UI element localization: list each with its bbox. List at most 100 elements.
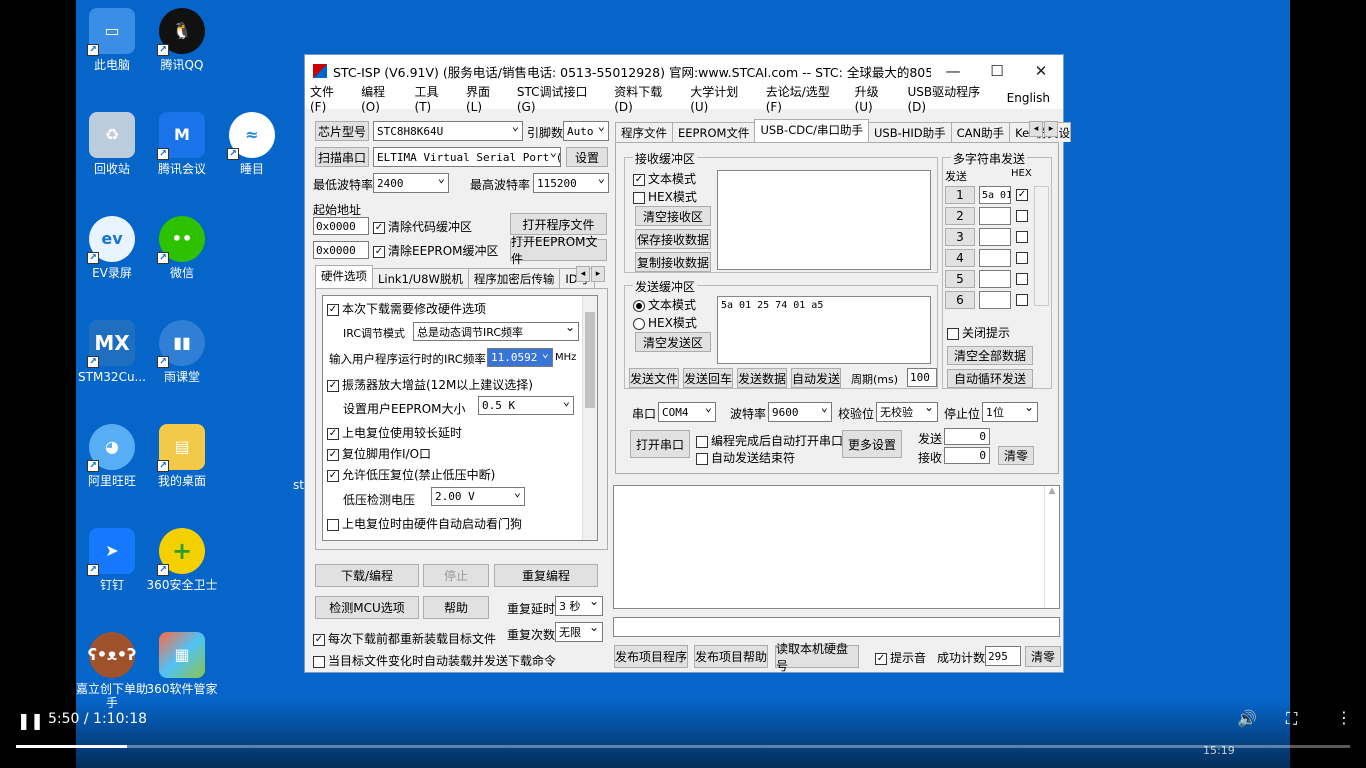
- eeprom-address-input[interactable]: 0x0000: [313, 241, 369, 259]
- help-button[interactable]: 帮助: [423, 596, 489, 619]
- min-baud-select[interactable]: 2400: [373, 171, 449, 193]
- period-input[interactable]: 100: [907, 368, 937, 387]
- read-disk-button[interactable]: 读取本机硬盘号: [775, 642, 859, 673]
- multi-hex-checkbox[interactable]: [1016, 231, 1028, 243]
- menu-debug[interactable]: STC调试接口(G): [517, 83, 601, 114]
- desktop-icon-wangwang[interactable]: ◕ ↗ 阿里旺旺: [76, 424, 148, 488]
- desktop-icon-jlc[interactable]: ʕ•ᴥ•ʔ 嘉立创下单助手: [76, 632, 148, 710]
- more-options-icon[interactable]: ⋮: [1336, 708, 1352, 727]
- menu-university[interactable]: 大学计划(U): [690, 83, 753, 114]
- menu-upgrade[interactable]: 升级(U): [855, 83, 895, 114]
- copy-receive-button[interactable]: 复制接收数据: [635, 252, 711, 272]
- irc-mode-select[interactable]: 总是动态调节IRC频率: [413, 320, 579, 341]
- code-address-input[interactable]: 0x0000: [313, 217, 369, 235]
- send-enter-button[interactable]: 发送回车: [683, 368, 733, 388]
- option-low-voltage[interactable]: ✓ 允许低压复位(禁止低压中断): [327, 466, 495, 483]
- stop-button[interactable]: 停止: [423, 564, 489, 587]
- option-modify-hw[interactable]: ✓ 本次下载需要修改硬件选项: [327, 300, 486, 317]
- multi-hex-checkbox[interactable]: [1016, 252, 1028, 264]
- publish-help-button[interactable]: 发布项目帮助: [694, 645, 768, 668]
- stop-bit-select[interactable]: 1位: [982, 400, 1038, 422]
- send-textarea[interactable]: 5a 01 25 74 01 a5: [717, 296, 931, 364]
- multi-string-input[interactable]: [979, 291, 1011, 309]
- options-scrollbar[interactable]: [582, 296, 597, 540]
- volume-icon[interactable]: 🔊: [1237, 709, 1257, 728]
- pause-icon[interactable]: ❚❚: [17, 711, 44, 730]
- scrollbar-thumb[interactable]: [585, 312, 595, 408]
- multi-string-input[interactable]: 5a 01: [979, 186, 1011, 204]
- option-reset-io[interactable]: ✓ 复位脚用作I/O口: [327, 445, 431, 462]
- close-tip-option[interactable]: 关闭提示: [947, 324, 1010, 341]
- clear-send-button[interactable]: 清空发送区: [635, 332, 711, 352]
- desktop-icon-folder[interactable]: ▤ ↗ 我的桌面: [146, 424, 218, 488]
- reload-target-option[interactable]: ✓ 每次下载前都重新装载目标文件: [313, 630, 496, 647]
- tab-program-file[interactable]: 程序文件: [615, 122, 673, 142]
- tab-can[interactable]: CAN助手: [950, 122, 1011, 142]
- clear-receive-button[interactable]: 清空接收区: [635, 206, 711, 226]
- desktop-icon-stm32[interactable]: MX ↗ STM32Cu...: [76, 320, 148, 384]
- chip-model-button[interactable]: 芯片型号: [315, 121, 369, 141]
- repeat-delay-select[interactable]: 3 秒: [555, 594, 603, 616]
- tab-eeprom-file[interactable]: EEPROM文件: [672, 122, 756, 142]
- beep-option[interactable]: ✓ 提示音: [875, 649, 926, 666]
- tab-link1[interactable]: Link1/U8W脱机: [372, 268, 469, 288]
- multi-send-button[interactable]: 1: [945, 186, 975, 204]
- recv-text-mode[interactable]: ✓ 文本模式: [633, 170, 696, 187]
- maximize-icon[interactable]: ☐: [975, 62, 1019, 80]
- recv-hex-mode[interactable]: HEX模式: [633, 188, 697, 205]
- multi-hex-checkbox[interactable]: [1016, 294, 1028, 306]
- more-settings-button[interactable]: 更多设置: [842, 430, 902, 458]
- multi-scrollbar[interactable]: [1034, 186, 1049, 306]
- desktop-icon-recycle[interactable]: ♻ 回收站: [76, 112, 148, 176]
- open-eeprom-button[interactable]: 打开EEPROM文件: [510, 235, 607, 266]
- repeat-count-select[interactable]: 无限: [555, 620, 603, 642]
- multi-send-button[interactable]: 5: [945, 270, 975, 288]
- tab-scroll-right-icon[interactable]: ▸: [591, 266, 605, 282]
- scan-port-button[interactable]: 扫描串口: [315, 147, 369, 167]
- clear-code-option[interactable]: ✓ 清除代码缓冲区: [373, 218, 472, 235]
- multi-string-input[interactable]: [979, 228, 1011, 246]
- desktop-icon-wechat[interactable]: •• ↗ 微信: [146, 216, 218, 280]
- pin-count-select[interactable]: Auto: [563, 119, 609, 141]
- open-program-button[interactable]: 打开程序文件: [510, 213, 607, 235]
- menu-download[interactable]: 资料下载(D): [614, 83, 677, 114]
- baud-select[interactable]: 9600: [768, 400, 832, 422]
- open-port-button[interactable]: 打开串口: [630, 430, 690, 458]
- fullscreen-exit-icon[interactable]: ⛶: [1286, 709, 1297, 729]
- chip-model-select[interactable]: STC8H8K64U: [373, 119, 523, 141]
- tab-serial-assistant[interactable]: USB-CDC/串口助手: [754, 119, 869, 142]
- multi-send-button[interactable]: 6: [945, 291, 975, 309]
- menu-tools[interactable]: 工具(T): [415, 83, 453, 114]
- multi-hex-checkbox[interactable]: [1016, 210, 1028, 222]
- video-progress-bar[interactable]: [16, 745, 1350, 748]
- eeprom-size-select[interactable]: 0.5 K: [478, 394, 574, 415]
- detect-mcu-button[interactable]: 检测MCU选项: [315, 596, 419, 619]
- desktop-icon-computer[interactable]: ▭ ↗ 此电脑: [76, 8, 148, 72]
- irc-freq-input[interactable]: 11.0592: [487, 346, 553, 367]
- desktop-icon-app[interactable]: ≈ ↗ 睡目: [216, 112, 288, 176]
- tab-scroll-left-icon[interactable]: ◂: [576, 266, 590, 282]
- menu-usb-driver[interactable]: USB驱动程序(D): [907, 83, 993, 114]
- auto-loop-button[interactable]: 自动循环发送: [947, 369, 1033, 388]
- desktop-icon-qq[interactable]: 🐧 ↗ 腾讯QQ: [146, 8, 218, 72]
- desktop-icon-meeting[interactable]: M ↗ 腾讯会议: [146, 112, 218, 176]
- save-receive-button[interactable]: 保存接收数据: [635, 229, 711, 249]
- auto-load-option[interactable]: 当目标文件变化时自动装载并发送下载命令: [313, 652, 556, 669]
- send-file-button[interactable]: 发送文件: [629, 368, 679, 388]
- parity-select[interactable]: 无校验: [876, 400, 938, 422]
- option-watchdog[interactable]: 上电复位时由硬件自动启动看门狗: [327, 515, 522, 532]
- multi-hex-checkbox[interactable]: [1016, 273, 1028, 285]
- multi-hex-checkbox[interactable]: ✓: [1016, 189, 1028, 201]
- desktop-icon-dingtalk[interactable]: ➤ ↗ 钉钉: [76, 528, 148, 592]
- menu-english[interactable]: English: [1007, 91, 1050, 105]
- port-select[interactable]: ELTIMA Virtual Serial Port (CO: [373, 147, 561, 167]
- tab-encrypt[interactable]: 程序加密后传输: [467, 268, 561, 288]
- clear-success-button[interactable]: 清零: [1025, 646, 1061, 667]
- menu-program[interactable]: 编程(O): [361, 83, 401, 114]
- receive-textarea[interactable]: [717, 170, 931, 270]
- port-select-com[interactable]: COM4: [658, 400, 716, 422]
- settings-button[interactable]: 设置: [566, 147, 608, 167]
- menu-interface[interactable]: 界面(L): [466, 83, 504, 114]
- max-baud-select[interactable]: 115200: [533, 171, 609, 193]
- auto-send-button[interactable]: 自动发送: [791, 368, 841, 388]
